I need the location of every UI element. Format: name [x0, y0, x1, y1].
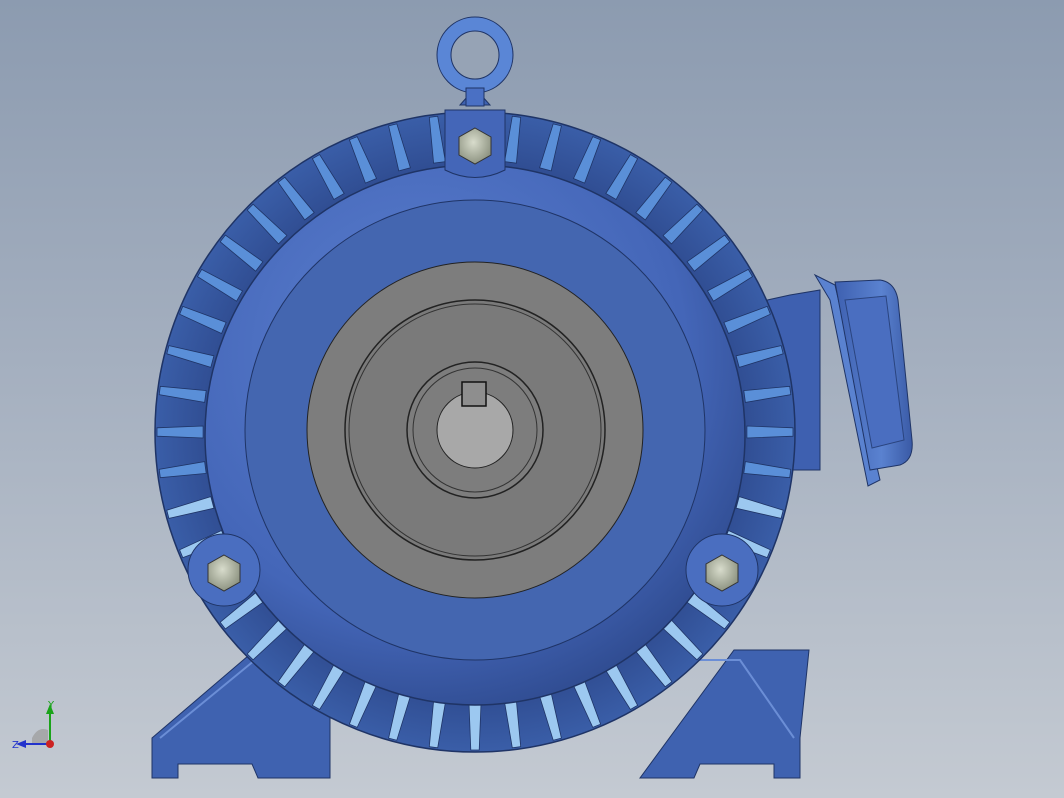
cooling-fin: [468, 703, 482, 751]
cooling-fin: [156, 425, 204, 439]
triad-view-cube: [32, 729, 48, 744]
z-axis-label: Z: [12, 740, 19, 751]
top-bolt: [444, 109, 506, 178]
shaft-key: [461, 381, 487, 407]
cooling-fin: [746, 425, 794, 439]
orientation-triad[interactable]: Y Z: [8, 698, 68, 758]
right-bolt: [685, 533, 759, 607]
lifting-eye: [436, 16, 514, 107]
left-bolt: [187, 533, 261, 607]
x-axis-dot: [46, 740, 54, 748]
motor-model[interactable]: [0, 0, 1064, 798]
y-axis-label: Y: [47, 700, 55, 711]
cad-3d-viewport[interactable]: Y Z: [0, 0, 1064, 798]
